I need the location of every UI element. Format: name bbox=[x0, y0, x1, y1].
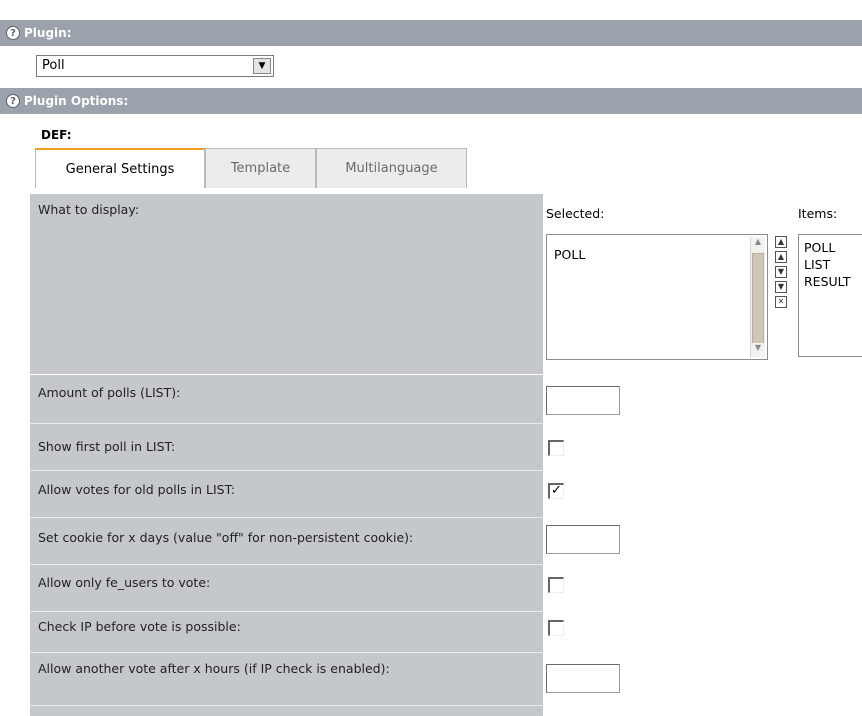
field-label: Allow votes for old polls in LIST: bbox=[30, 471, 543, 517]
amount-polls-input[interactable] bbox=[546, 386, 620, 415]
scroll-thumb[interactable] bbox=[752, 253, 764, 345]
plugin-section-title: Plugin: bbox=[24, 26, 72, 40]
what-to-display-label: What to display: bbox=[30, 194, 543, 374]
left-gutter bbox=[0, 114, 30, 716]
tab-multilanguage[interactable]: Multilanguage bbox=[316, 148, 467, 188]
plugin-select-value: Poll bbox=[42, 58, 65, 73]
items-header: Items: bbox=[798, 206, 838, 221]
remove-icon[interactable]: ✕ bbox=[775, 296, 787, 308]
field-label: Check IP before vote is possible: bbox=[30, 612, 543, 652]
field-label: Allow only fe_users to vote: bbox=[30, 565, 543, 611]
move-top-icon[interactable]: ▲ bbox=[775, 236, 787, 248]
cookie-days-input[interactable] bbox=[546, 525, 620, 554]
list-item[interactable]: POLL bbox=[804, 239, 851, 256]
field-label: Show first poll in LIST: bbox=[30, 424, 543, 470]
list-item[interactable]: RESULT bbox=[804, 273, 851, 290]
items-listbox[interactable]: POLL LIST RESULT bbox=[798, 234, 862, 357]
tab-label: Multilanguage bbox=[345, 161, 438, 176]
listbox-scrollbar[interactable]: ▲ ▼ bbox=[750, 237, 765, 357]
vote-after-hours-input[interactable] bbox=[546, 664, 620, 693]
plugin-section-header: ? Plugin: bbox=[0, 20, 862, 46]
plugin-row: Poll ▼ bbox=[0, 46, 862, 84]
tab-label: General Settings bbox=[65, 161, 175, 177]
list-item[interactable]: LIST bbox=[804, 256, 851, 273]
tab-general-settings[interactable]: General Settings bbox=[35, 148, 205, 188]
selected-listbox[interactable]: POLL ▲ ▼ bbox=[546, 234, 768, 360]
tab-label: Template bbox=[230, 161, 291, 176]
sheet-label: DEF: bbox=[41, 128, 72, 142]
field-label: Amount of polls (LIST): bbox=[30, 375, 543, 423]
show-first-poll-checkbox[interactable] bbox=[548, 440, 564, 456]
plugin-select[interactable]: Poll ▼ bbox=[36, 55, 274, 77]
what-to-display-text: What to display: bbox=[38, 202, 140, 217]
chevron-down-icon[interactable]: ▼ bbox=[253, 58, 271, 74]
move-bottom-icon[interactable]: ▼ bbox=[775, 281, 787, 293]
move-up-icon[interactable]: ▲ bbox=[775, 251, 787, 263]
next-row-label bbox=[30, 706, 543, 716]
help-icon[interactable]: ? bbox=[6, 94, 20, 108]
field-label: Set cookie for x days (value "off" for n… bbox=[30, 518, 543, 564]
items-list: POLL LIST RESULT bbox=[804, 239, 851, 290]
check-ip-checkbox[interactable] bbox=[548, 620, 564, 636]
scroll-down-icon[interactable]: ▼ bbox=[751, 343, 765, 357]
field-label: Allow another vote after x hours (if IP … bbox=[30, 653, 543, 705]
plugin-options-title: Plugin Options: bbox=[24, 94, 129, 108]
scroll-up-icon[interactable]: ▲ bbox=[751, 237, 765, 251]
plugin-options-header: ? Plugin Options: bbox=[0, 88, 862, 114]
help-icon[interactable]: ? bbox=[6, 26, 20, 40]
selected-header: Selected: bbox=[546, 206, 605, 221]
allow-old-votes-checkbox[interactable]: ✓ bbox=[548, 483, 564, 499]
tab-template[interactable]: Template bbox=[205, 148, 316, 188]
selected-item[interactable]: POLL bbox=[554, 247, 585, 262]
move-down-icon[interactable]: ▼ bbox=[775, 266, 787, 278]
fe-users-only-checkbox[interactable] bbox=[548, 577, 564, 593]
